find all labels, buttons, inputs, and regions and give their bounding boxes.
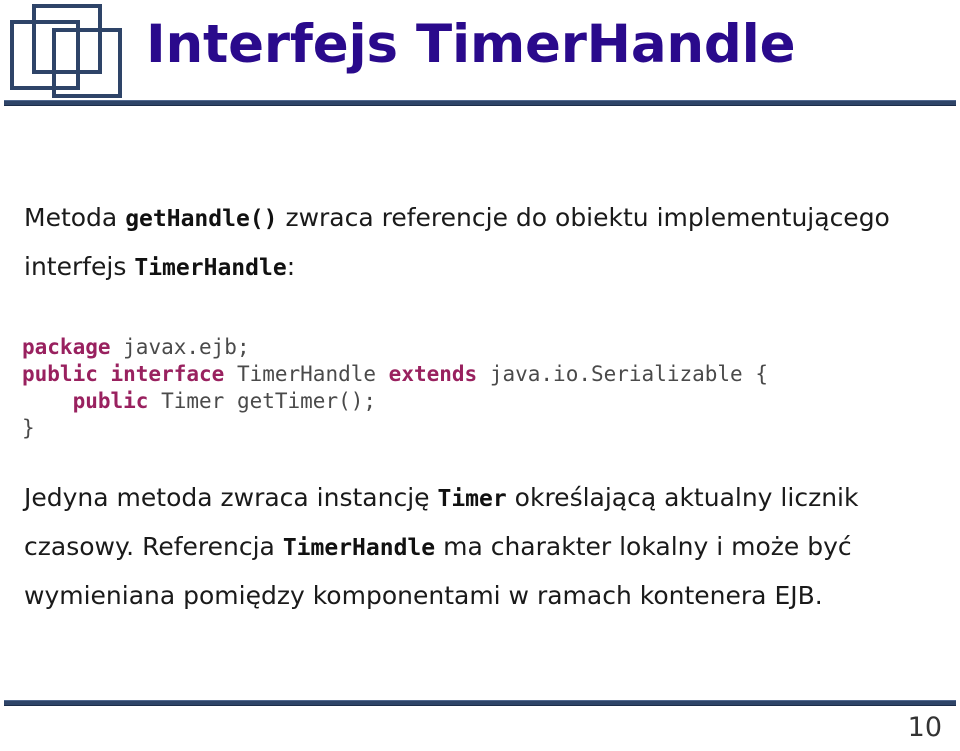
text-segment: ma charakter lokalny i może być [435, 532, 852, 561]
paragraph-bottom-line-2: czasowy. Referencja TimerHandle ma chara… [24, 523, 954, 572]
code-keyword: extends [388, 362, 478, 386]
code-line: } [22, 415, 942, 442]
text-segment: czasowy. Referencja [24, 532, 283, 561]
inline-code-gethandle: getHandle() [125, 206, 278, 232]
inline-code-timerhandle: TimerHandle [282, 535, 436, 561]
code-line: package javax.ejb; [22, 334, 942, 361]
slide: Interfejs TimerHandle Metoda getHandle()… [0, 0, 960, 751]
text-segment: interfejs [24, 252, 135, 281]
inline-code-timer: Timer [437, 486, 507, 512]
text-segment: wymieniana pomiędzy komponentami w ramac… [24, 581, 823, 610]
paragraph-bottom-line-1: Jedyna metoda zwraca instancję Timer okr… [24, 474, 954, 523]
paragraph-top-line-1: Metoda getHandle() zwraca referencje do … [24, 194, 954, 243]
three-overlapping-squares-logo [6, 2, 128, 102]
code-line: public Timer getTimer(); [22, 388, 942, 415]
paragraph-top-line-2: interfejs TimerHandle: [24, 243, 954, 292]
code-text: } [22, 416, 35, 440]
text-segment: zwraca referencje do obiektu implementuj… [277, 203, 890, 232]
slide-header: Interfejs TimerHandle [0, 0, 960, 110]
code-text: javax.ejb; [110, 335, 250, 359]
code-text: TimerHandle [224, 362, 389, 386]
text-segment: : [286, 252, 296, 281]
code-keyword: public [72, 389, 149, 413]
code-keyword: package [22, 335, 111, 359]
inline-code-timerhandle: TimerHandle [134, 255, 287, 281]
paragraph-top: Metoda getHandle() zwraca referencje do … [24, 194, 954, 292]
text-segment: Metoda [24, 203, 126, 232]
paragraph-bottom: Jedyna metoda zwraca instancję Timer okr… [24, 474, 954, 620]
code-text: java.io.Serializable { [477, 362, 768, 386]
page-number: 10 [907, 712, 942, 743]
code-keyword: public interface [22, 362, 225, 386]
code-block: package javax.ejb; public interface Timer… [22, 334, 942, 442]
header-divider [4, 100, 956, 106]
code-line: public interface TimerHandle extends jav… [22, 361, 942, 388]
code-text: Timer getTimer(); [148, 389, 377, 413]
page-title: Interfejs TimerHandle [146, 14, 796, 75]
paragraph-bottom-line-3: wymieniana pomiędzy komponentami w ramac… [24, 572, 954, 620]
footer-divider [4, 700, 956, 706]
text-segment: określającą aktualny licznik [506, 483, 859, 512]
text-segment: Jedyna metoda zwraca instancję [24, 483, 438, 512]
